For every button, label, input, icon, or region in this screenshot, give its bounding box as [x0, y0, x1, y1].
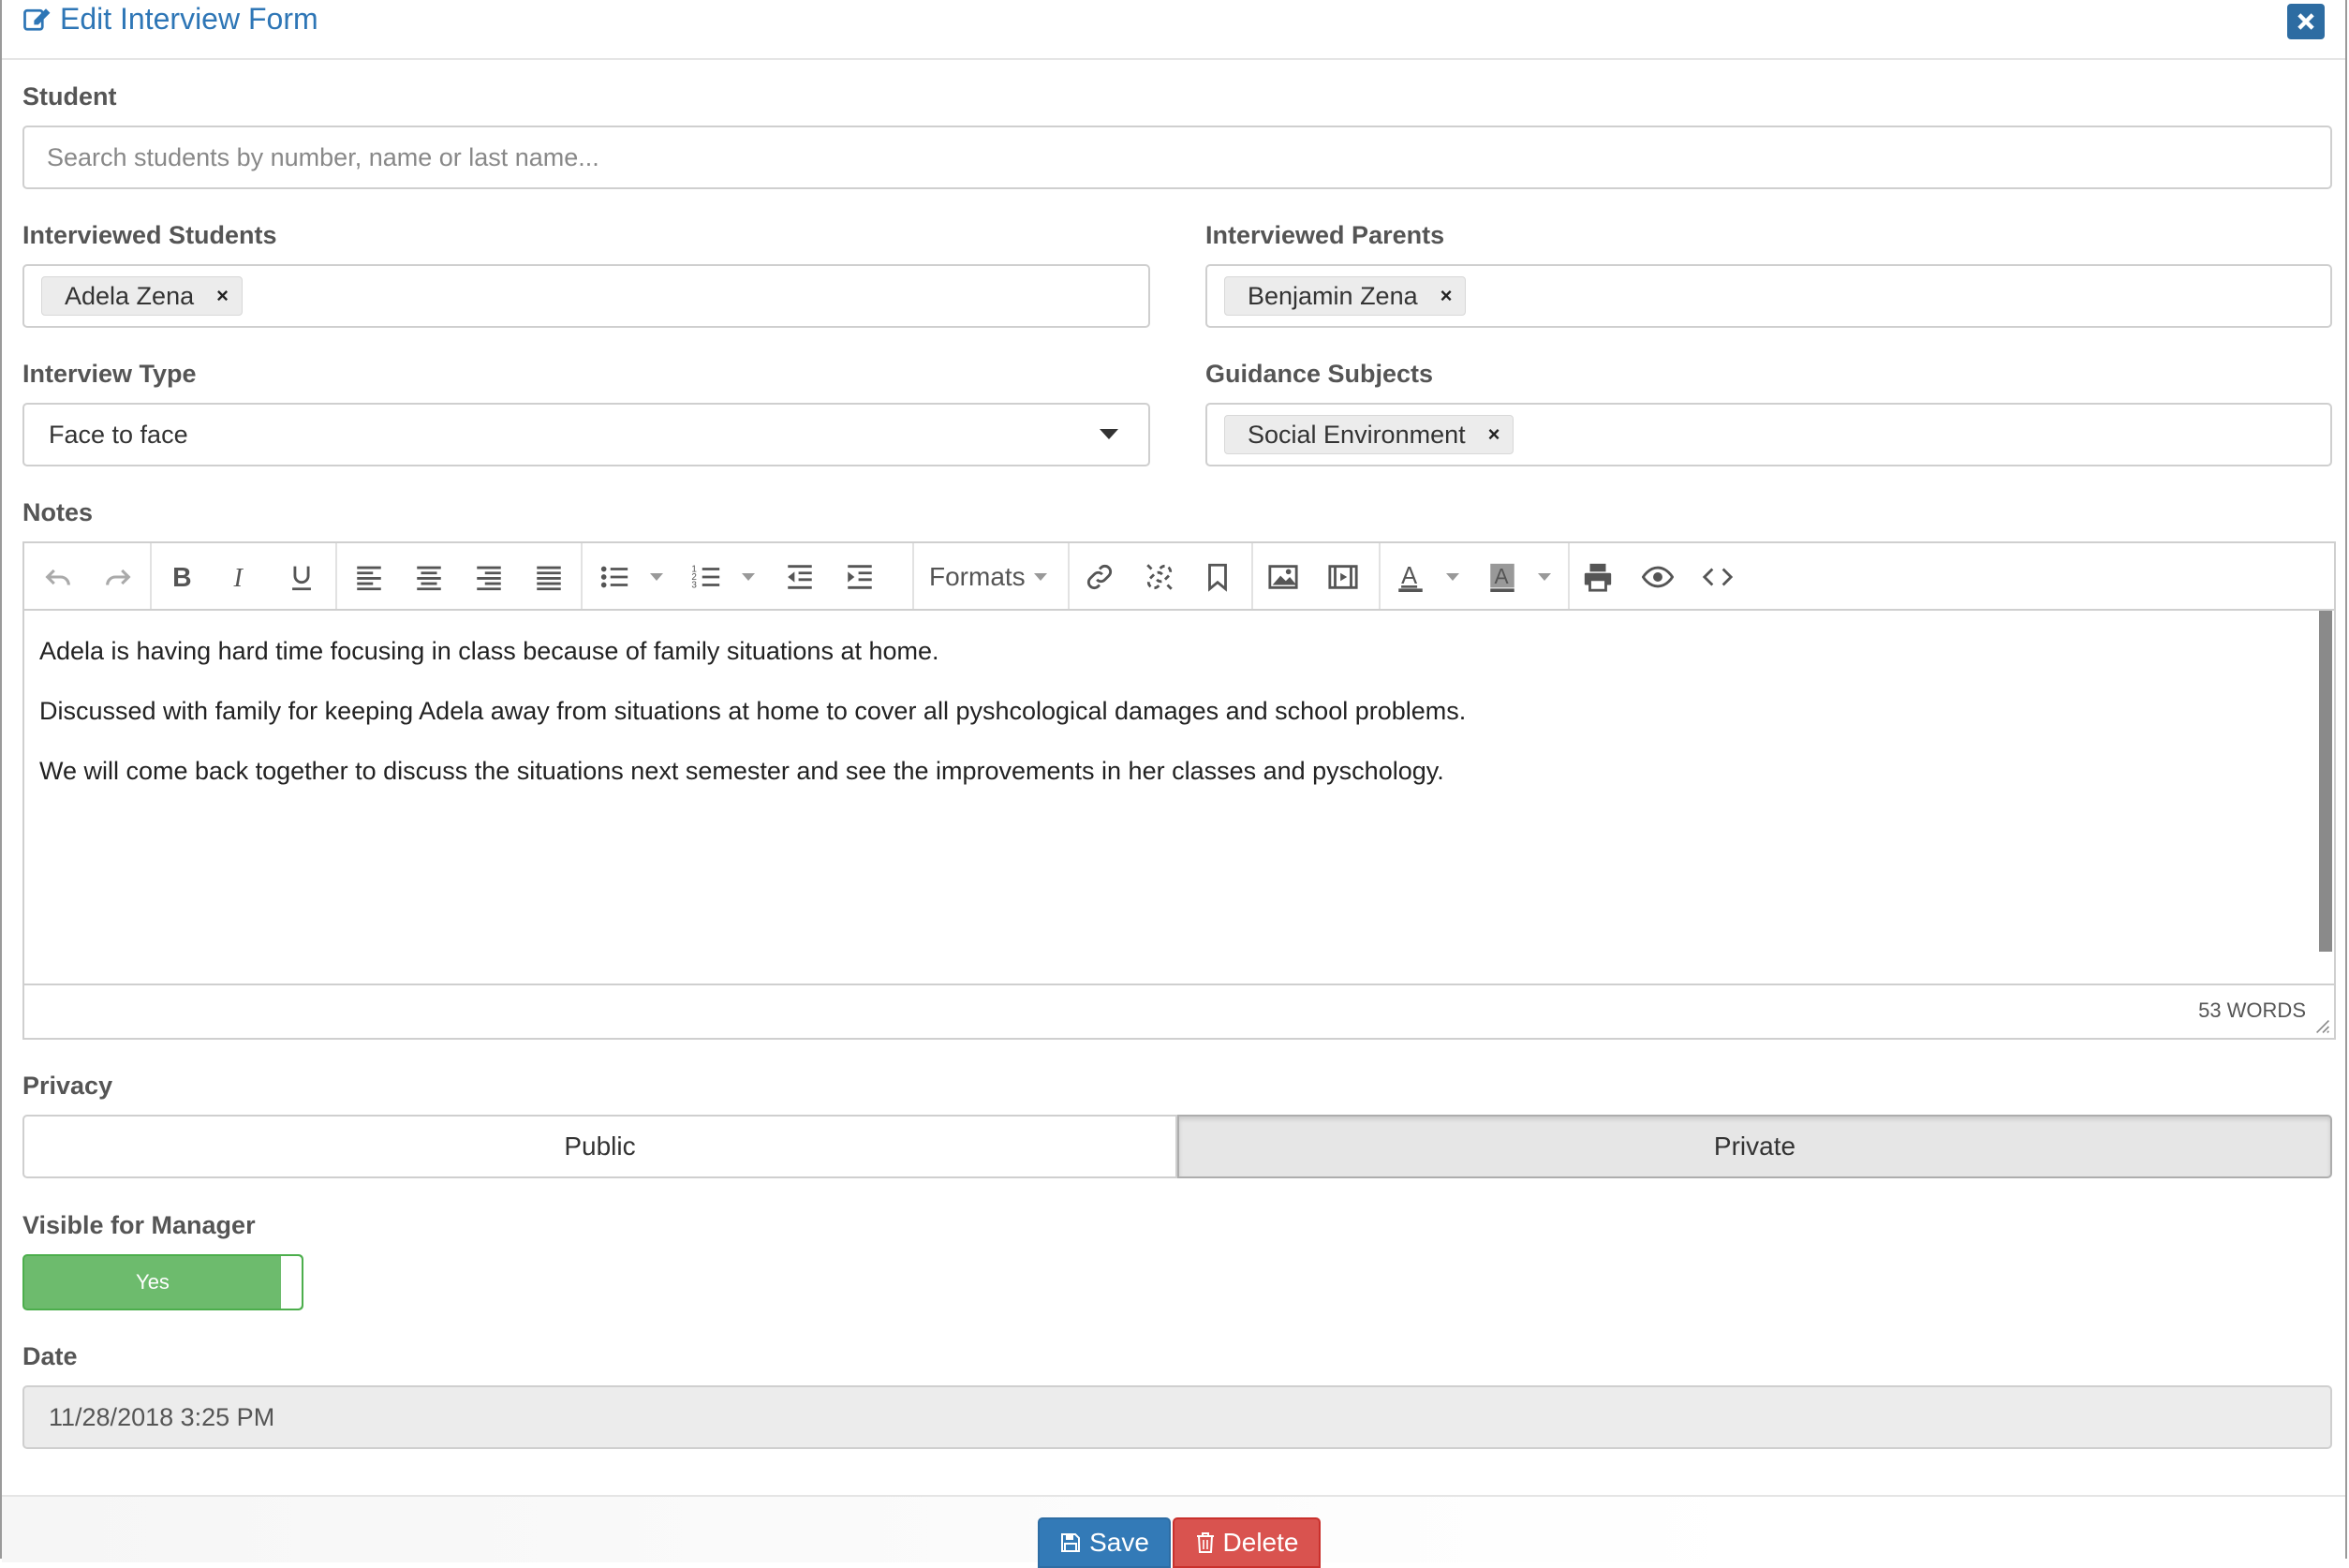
editor-statusbar: 53 WORDS	[24, 984, 2334, 1038]
interview-type-value: Face to face	[49, 420, 188, 449]
delete-label: Delete	[1222, 1528, 1299, 1557]
student-tag: Adela Zena ×	[41, 276, 243, 316]
interviewed-parents-label: Interviewed Parents	[1205, 221, 1445, 249]
interview-type-select[interactable]: Face to face	[22, 403, 1150, 466]
bullet-list-dropdown-icon[interactable]	[650, 573, 663, 581]
editor-toolbar: B I 123 Formats A A	[24, 543, 2334, 611]
editor-scrollbar[interactable]	[2319, 611, 2332, 952]
close-button[interactable]	[2287, 4, 2325, 39]
background-color-dropdown-icon[interactable]	[1538, 573, 1551, 581]
align-justify-icon[interactable]	[532, 560, 566, 594]
parent-tag-label: Benjamin Zena	[1248, 281, 1418, 310]
undo-icon[interactable]	[41, 560, 75, 594]
svg-text:I: I	[233, 564, 244, 593]
notes-label: Notes	[22, 498, 94, 526]
interview-type-label: Interview Type	[22, 360, 197, 388]
modal-title-text: Edit Interview Form	[60, 1, 318, 36]
edit-interview-modal: Edit Interview Form Student Search stude…	[0, 0, 2347, 1568]
date-input[interactable]: 11/28/2018 3:25 PM	[22, 1385, 2332, 1449]
background-color-icon[interactable]: A	[1485, 560, 1519, 594]
unlink-icon[interactable]	[1143, 560, 1176, 594]
trash-icon	[1196, 1532, 1214, 1553]
date-value: 11/28/2018 3:25 PM	[49, 1402, 275, 1431]
modal-footer: Save Delete	[2, 1495, 2345, 1568]
formats-label: Formats	[929, 562, 1026, 591]
underline-icon[interactable]	[285, 560, 318, 594]
indent-icon[interactable]	[843, 560, 877, 594]
svg-text:3: 3	[691, 580, 697, 590]
italic-icon[interactable]: I	[225, 560, 259, 594]
align-left-icon[interactable]	[352, 560, 386, 594]
numbered-list-dropdown-icon[interactable]	[742, 573, 755, 581]
svg-text:A: A	[1401, 563, 1417, 589]
student-search-input[interactable]: Search students by number, name or last …	[22, 126, 2332, 189]
notes-editor: B I 123 Formats A A Adela is having hard…	[22, 541, 2336, 1040]
align-right-icon[interactable]	[472, 560, 506, 594]
interviewed-parents-input[interactable]: Benjamin Zena ×	[1205, 264, 2332, 328]
source-code-icon[interactable]	[1701, 560, 1735, 594]
modal-title: Edit Interview Form	[22, 0, 318, 37]
caret-down-icon	[1100, 429, 1118, 439]
notes-paragraph: Adela is having hard time focusing in cl…	[39, 637, 939, 665]
close-icon	[2297, 13, 2314, 30]
interviewed-students-label: Interviewed Students	[22, 221, 277, 249]
word-count: 53 WORDS	[2198, 998, 2306, 1022]
bold-icon[interactable]: B	[165, 560, 199, 594]
date-label: Date	[22, 1342, 78, 1370]
numbered-list-icon[interactable]: 123	[689, 560, 723, 594]
save-label: Save	[1089, 1528, 1149, 1557]
student-label: Student	[22, 82, 117, 111]
privacy-private-button[interactable]: Private	[1177, 1115, 2332, 1178]
notes-content[interactable]: Adela is having hard time focusing in cl…	[24, 609, 2319, 984]
svg-text:B: B	[172, 563, 191, 593]
save-icon	[1061, 1533, 1081, 1552]
outdent-icon[interactable]	[783, 560, 817, 594]
remove-tag-icon[interactable]: ×	[1440, 284, 1453, 308]
media-icon[interactable]	[1326, 560, 1360, 594]
interviewed-students-input[interactable]: Adela Zena ×	[22, 264, 1150, 328]
image-icon[interactable]	[1266, 560, 1300, 594]
align-center-icon[interactable]	[412, 560, 446, 594]
remove-tag-icon[interactable]: ×	[216, 284, 229, 308]
notes-paragraph: We will come back together to discuss th…	[39, 757, 1444, 785]
subject-tag: Social Environment ×	[1224, 415, 1514, 454]
formats-dropdown-icon[interactable]	[1034, 573, 1047, 581]
bullet-list-icon[interactable]	[598, 560, 631, 594]
resize-handle-icon[interactable]	[2315, 1019, 2330, 1034]
link-icon[interactable]	[1083, 560, 1116, 594]
text-color-icon[interactable]: A	[1394, 560, 1427, 594]
remove-tag-icon[interactable]: ×	[1488, 422, 1500, 447]
privacy-label: Privacy	[22, 1072, 113, 1100]
subject-tag-label: Social Environment	[1248, 420, 1466, 449]
visible-for-manager-label: Visible for Manager	[22, 1211, 256, 1239]
privacy-public-button[interactable]: Public	[22, 1115, 1177, 1178]
guidance-subjects-label: Guidance Subjects	[1205, 360, 1434, 388]
modal-header: Edit Interview Form	[2, 0, 2345, 60]
print-icon[interactable]	[1581, 560, 1615, 594]
redo-icon[interactable]	[101, 560, 135, 594]
formats-dropdown[interactable]: Formats	[929, 560, 1026, 594]
parent-tag: Benjamin Zena ×	[1224, 276, 1467, 316]
svg-text:A: A	[1495, 564, 1510, 588]
notes-paragraph: Discussed with family for keeping Adela …	[39, 697, 1467, 725]
preview-icon[interactable]	[1641, 560, 1675, 594]
privacy-toggle-group: Public Private	[22, 1115, 2332, 1178]
student-search-placeholder: Search students by number, name or last …	[47, 142, 599, 171]
bookmark-icon[interactable]	[1201, 560, 1234, 594]
guidance-subjects-input[interactable]: Social Environment ×	[1205, 403, 2332, 466]
switch-state-label: Yes	[136, 1270, 170, 1294]
visible-for-manager-switch[interactable]: Yes	[22, 1254, 303, 1310]
text-color-dropdown-icon[interactable]	[1446, 573, 1459, 581]
edit-icon	[23, 8, 51, 31]
switch-knob	[281, 1256, 302, 1309]
student-tag-label: Adela Zena	[65, 281, 195, 310]
